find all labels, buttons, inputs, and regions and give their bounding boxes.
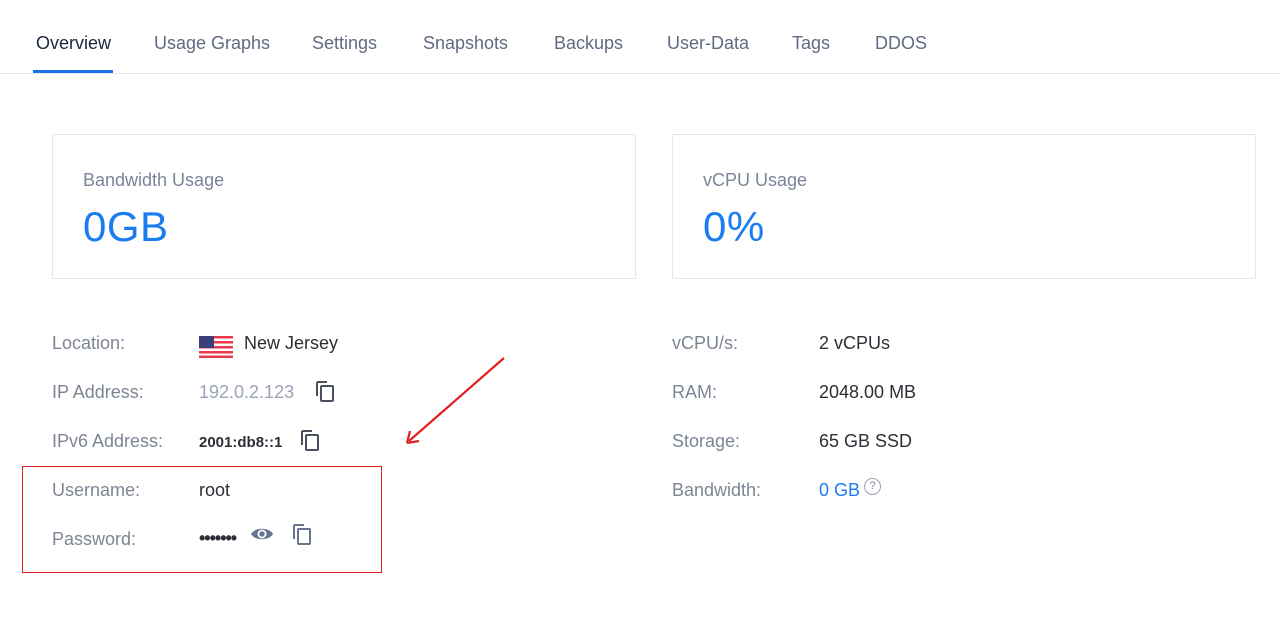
tab-user-data[interactable]: User-Data	[667, 33, 749, 54]
tab-ddos[interactable]: DDOS	[875, 33, 927, 54]
bandwidth-row: Bandwidth: 0 GB ?	[672, 478, 1012, 504]
active-tab-indicator	[33, 70, 113, 73]
tab-backups[interactable]: Backups	[554, 33, 623, 54]
ipv6-address-label: IPv6 Address:	[52, 431, 164, 451]
help-icon[interactable]: ?	[864, 478, 881, 495]
vcpus-value: 2 vCPUs	[819, 333, 891, 353]
bandwidth-value[interactable]: 0 GB	[819, 480, 860, 501]
location-row: Location: New Jersey	[52, 333, 392, 358]
bandwidth-label: Bandwidth:	[672, 480, 762, 500]
vcpus-label: vCPU/s:	[672, 333, 739, 353]
storage-row: Storage: 65 GB SSD	[672, 431, 1012, 455]
annotation-arrow-icon	[405, 357, 505, 445]
annotation-highlight-box	[22, 466, 382, 573]
ram-row: RAM: 2048.00 MB	[672, 382, 1012, 406]
location-label: Location:	[52, 333, 126, 353]
us-flag-icon	[199, 336, 233, 358]
tab-bar: Overview Usage Graphs Settings Snapshots…	[0, 0, 1280, 74]
ram-label: RAM:	[672, 382, 717, 402]
storage-value: 65 GB SSD	[819, 431, 913, 451]
storage-label: Storage:	[672, 431, 741, 451]
bandwidth-usage-card: Bandwidth Usage 0GB	[52, 134, 636, 279]
ip-address-label: IP Address:	[52, 382, 144, 402]
tab-tags[interactable]: Tags	[792, 33, 830, 54]
card-title: Bandwidth Usage	[83, 170, 225, 190]
location-value: New Jersey	[244, 333, 339, 353]
tab-overview[interactable]: Overview	[36, 33, 111, 54]
card-title: vCPU Usage	[703, 170, 808, 190]
tab-settings[interactable]: Settings	[312, 33, 377, 54]
ram-value: 2048.00 MB	[819, 382, 917, 402]
tab-snapshots[interactable]: Snapshots	[423, 33, 508, 54]
ipv6-address-row: IPv6 Address: 2001:db8::1	[52, 429, 392, 455]
copy-icon[interactable]	[299, 429, 321, 453]
ip-address-row: IP Address: 192.0.2.123	[52, 380, 392, 406]
ip-address-value: 192.0.2.123	[199, 382, 295, 402]
tab-usage-graphs[interactable]: Usage Graphs	[154, 33, 270, 54]
ipv6-address-value: 2001:db8::1	[199, 434, 283, 451]
vcpus-row: vCPU/s: 2 vCPUs	[672, 333, 1012, 357]
bandwidth-usage-value: 0GB	[83, 203, 169, 250]
vcpu-usage-card: vCPU Usage 0%	[672, 134, 1256, 279]
vcpu-usage-value: 0%	[703, 203, 765, 250]
copy-icon[interactable]	[314, 380, 336, 404]
